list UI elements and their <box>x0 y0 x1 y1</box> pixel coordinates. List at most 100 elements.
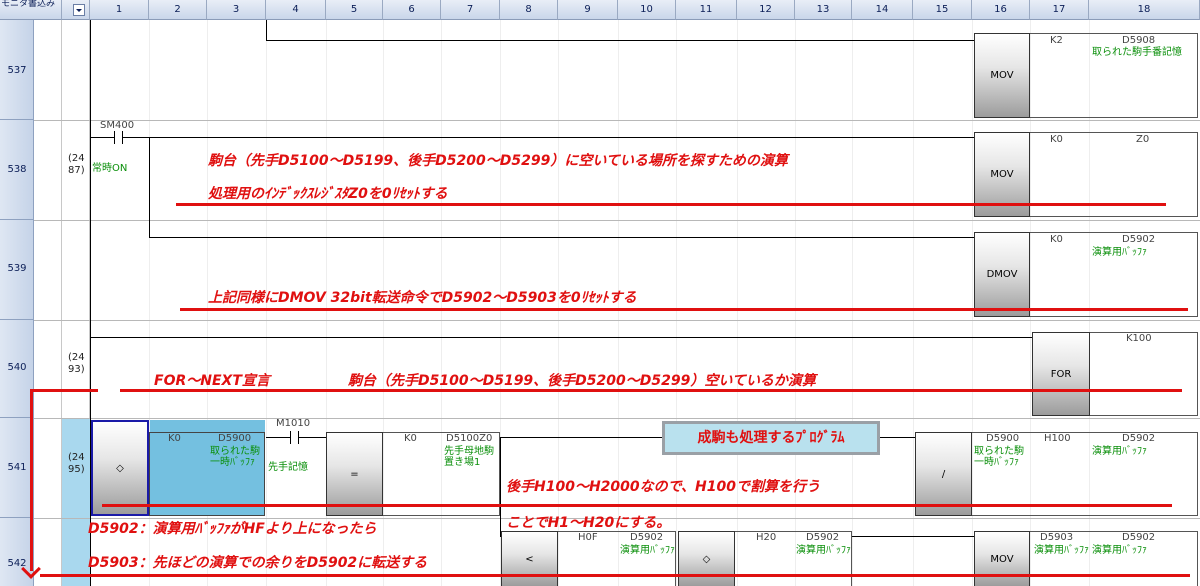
device-comment: 演算用ﾊﾞｯﾌｧ <box>1092 247 1147 258</box>
for-instruction[interactable]: FOR <box>1032 332 1090 416</box>
device-label: H20 <box>756 532 777 543</box>
header-dropdown[interactable] <box>62 0 90 20</box>
column-header: 17 <box>1030 0 1089 20</box>
device-label: Z0 <box>1136 134 1150 145</box>
step-cell[interactable]: 541 <box>0 418 34 518</box>
row-separator <box>34 120 1200 121</box>
column-header: 14 <box>852 0 913 20</box>
compare-lt-instruction[interactable]: < <box>501 531 558 586</box>
pointer-label: (24 87) <box>68 153 85 176</box>
annotation-underline <box>40 574 1190 577</box>
annotation-underline <box>102 504 1172 507</box>
contact-symbol[interactable] <box>114 131 115 144</box>
grid-line <box>852 20 853 586</box>
annotation-text: 駒台（先手D5100～D5199、後手D5200～D5299）空いているか演算 <box>348 373 816 389</box>
column-header: 4 <box>266 0 326 20</box>
column-header: 10 <box>618 0 676 20</box>
grid-line <box>737 20 738 586</box>
wire <box>299 437 326 438</box>
device-label: D5902 <box>1122 234 1156 245</box>
device-comment: 演算用ﾊﾞｯﾌｧ <box>1092 545 1147 556</box>
annotation-text: FOR～NEXT宣言 <box>154 373 270 389</box>
column-header: 6 <box>383 0 441 20</box>
mov-instruction[interactable]: MOV <box>974 531 1030 586</box>
device-comment: 演算用ﾊﾞｯﾌｧ <box>796 545 851 556</box>
contact-symbol[interactable] <box>290 431 291 444</box>
header-monitor-write: モニタ書込み <box>0 0 62 20</box>
column-header: 16 <box>972 0 1030 20</box>
device-comment: 取られた駒一時ﾊﾞｯﾌｧ <box>974 446 1024 468</box>
chevron-down-icon[interactable] <box>73 4 85 16</box>
grid-line <box>676 20 677 586</box>
device-label: D5902 <box>806 532 840 543</box>
wire <box>90 137 114 138</box>
compare-ne-instruction[interactable]: ◇ <box>678 531 735 586</box>
contact-comment: 先手記憶 <box>268 462 308 473</box>
device-comment: 演算用ﾊﾞｯﾌｧ <box>620 545 675 556</box>
annotation-arrow-line <box>30 389 33 571</box>
annotation-text: 後手H100～H2000なので、H100で割算を行う <box>506 479 821 495</box>
compare-ne-instruction[interactable]: ◇ <box>91 420 149 516</box>
annotation-text: 駒台（先手D5100～D5199、後手D5200～D5299）に空いている場所を… <box>208 153 788 169</box>
mov-instruction[interactable]: MOV <box>974 33 1030 118</box>
annotation-underline <box>30 389 98 392</box>
device-label: K0 <box>1050 134 1063 145</box>
row-separator <box>34 418 1200 419</box>
device-label: D5100Z0 <box>446 433 493 444</box>
pointer-highlight <box>62 418 90 586</box>
column-header: 3 <box>207 0 266 20</box>
device-comment: 取られた駒一時ﾊﾞｯﾌｧ <box>210 446 260 468</box>
column-header: 11 <box>676 0 737 20</box>
row-separator <box>34 220 1200 221</box>
device-label: K2 <box>1050 35 1063 46</box>
annotation-text: D5902：演算用ﾊﾞｯﾌｧがHFより上になったら <box>88 521 377 537</box>
device-label: D5900 <box>986 433 1020 444</box>
row-separator <box>34 320 1200 321</box>
wire <box>266 20 267 41</box>
wire <box>149 237 974 238</box>
column-header: 8 <box>500 0 558 20</box>
grid-line <box>795 20 796 586</box>
dmov-instruction[interactable]: DMOV <box>974 232 1030 317</box>
wire <box>123 137 974 138</box>
step-cell[interactable]: 537 <box>0 20 34 120</box>
column-header: 1 <box>90 0 149 20</box>
contact-device: SM400 <box>100 120 135 131</box>
annotation-text: 処理用のｲﾝﾃﾞｯｸｽﾚｼﾞｽﾀZ0を0ﾘｾｯﾄする <box>208 186 448 202</box>
device-comment: 演算用ﾊﾞｯﾌｧ <box>1034 545 1089 556</box>
annotation-underline <box>120 389 1182 392</box>
device-comment: 先手母地駒置き場1 <box>444 446 494 468</box>
statement-column <box>34 20 62 586</box>
device-label: K0 <box>168 433 181 444</box>
device-label: D5902 <box>1122 433 1156 444</box>
wire <box>90 337 1032 338</box>
device-label: D5902 <box>1122 532 1156 543</box>
annotation-underline <box>176 203 1166 206</box>
column-header: 7 <box>441 0 500 20</box>
branch-wire <box>149 137 150 238</box>
column-header: 13 <box>795 0 852 20</box>
column-header: 12 <box>737 0 795 20</box>
contact-device: M1010 <box>276 418 311 429</box>
step-cell[interactable]: 539 <box>0 220 34 320</box>
wire <box>266 437 290 438</box>
device-label: K100 <box>1126 333 1152 344</box>
step-cell[interactable]: 538 <box>0 120 34 220</box>
annotation-underline <box>180 308 1188 311</box>
device-label: H0F <box>578 532 598 543</box>
column-header: 18 <box>1089 0 1200 20</box>
column-header: 15 <box>913 0 972 20</box>
device-label: D5903 <box>1040 532 1074 543</box>
column-header: 5 <box>326 0 383 20</box>
wire <box>266 40 974 41</box>
device-label: H100 <box>1044 433 1071 444</box>
wire <box>852 536 974 537</box>
pointer-label: (24 93) <box>68 352 85 375</box>
device-label: K0 <box>404 433 417 444</box>
step-cell[interactable]: 540 <box>0 320 34 418</box>
annotation-text: D5903：先ほどの演算での余りをD5902に転送する <box>88 555 428 571</box>
annotation-callout: 成駒も処理するﾌﾟﾛｸﾞﾗﾑ <box>662 421 880 455</box>
column-header: 2 <box>149 0 207 20</box>
device-comment: 取られた駒手番記憶 <box>1092 47 1182 58</box>
device-label: D5908 <box>1122 35 1156 46</box>
